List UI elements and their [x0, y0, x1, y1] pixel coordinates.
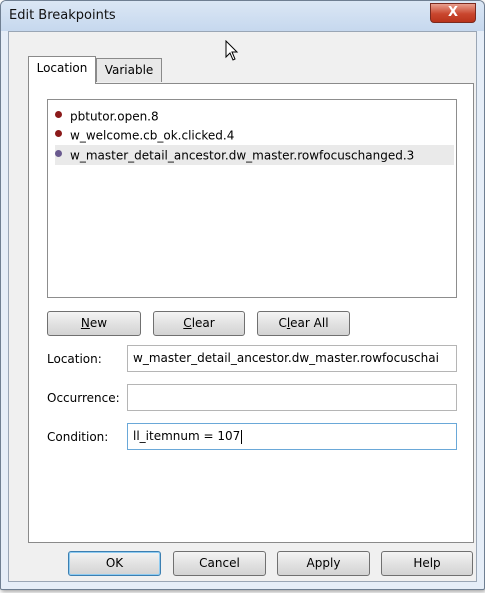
breakpoint-label: w_welcome.cb_ok.clicked.4	[70, 128, 235, 143]
list-item-selected[interactable]: w_master_detail_ancestor.dw_master.rowfo…	[55, 145, 454, 165]
breakpoint-dot-icon	[55, 111, 62, 118]
clear-button[interactable]: Clear	[153, 311, 245, 336]
breakpoint-label: w_master_detail_ancestor.dw_master.rowfo…	[70, 148, 415, 163]
mouse-cursor-icon	[225, 40, 239, 61]
new-mnemonic: N	[80, 316, 90, 330]
location-label: Location:	[47, 352, 102, 366]
ok-button[interactable]: OK	[68, 551, 161, 576]
condition-value: ll_itemnum = 107	[133, 429, 241, 443]
clear-label-rest: lear	[191, 316, 215, 330]
new-label-rest: ew	[89, 316, 108, 330]
help-button[interactable]: Help	[381, 551, 473, 576]
clear-all-button[interactable]: Clear All	[257, 311, 350, 336]
breakpoint-dot-icon	[55, 130, 62, 137]
clear-all-label-rest: ear All	[290, 316, 329, 330]
occurrence-field[interactable]	[127, 384, 457, 411]
tab-location[interactable]: Location	[28, 56, 96, 84]
window-title: Edit Breakpoints	[9, 8, 116, 23]
condition-label: Condition:	[47, 430, 109, 444]
title-bar[interactable]: Edit Breakpoints X	[1, 1, 484, 31]
new-button[interactable]: New	[47, 311, 141, 336]
clear-all-label-start: C	[278, 316, 287, 330]
occurrence-label: Occurrence:	[47, 391, 120, 405]
apply-button[interactable]: Apply	[277, 551, 370, 576]
list-item[interactable]: pbtutor.open.8	[55, 106, 159, 126]
tab-variable[interactable]: Variable	[96, 58, 162, 82]
text-caret	[241, 429, 243, 444]
breakpoint-label: pbtutor.open.8	[70, 109, 159, 124]
location-field[interactable]: w_master_detail_ancestor.dw_master.rowfo…	[127, 345, 457, 372]
cancel-button[interactable]: Cancel	[173, 551, 266, 576]
breakpoint-list[interactable]: pbtutor.open.8 w_welcome.cb_ok.clicked.4…	[47, 99, 457, 298]
list-item[interactable]: w_welcome.cb_ok.clicked.4	[55, 125, 234, 145]
clear-mnemonic: C	[183, 316, 192, 330]
close-button[interactable]: X	[430, 3, 476, 23]
breakpoint-dot-icon	[55, 150, 62, 157]
condition-field[interactable]: ll_itemnum = 107	[127, 423, 457, 450]
